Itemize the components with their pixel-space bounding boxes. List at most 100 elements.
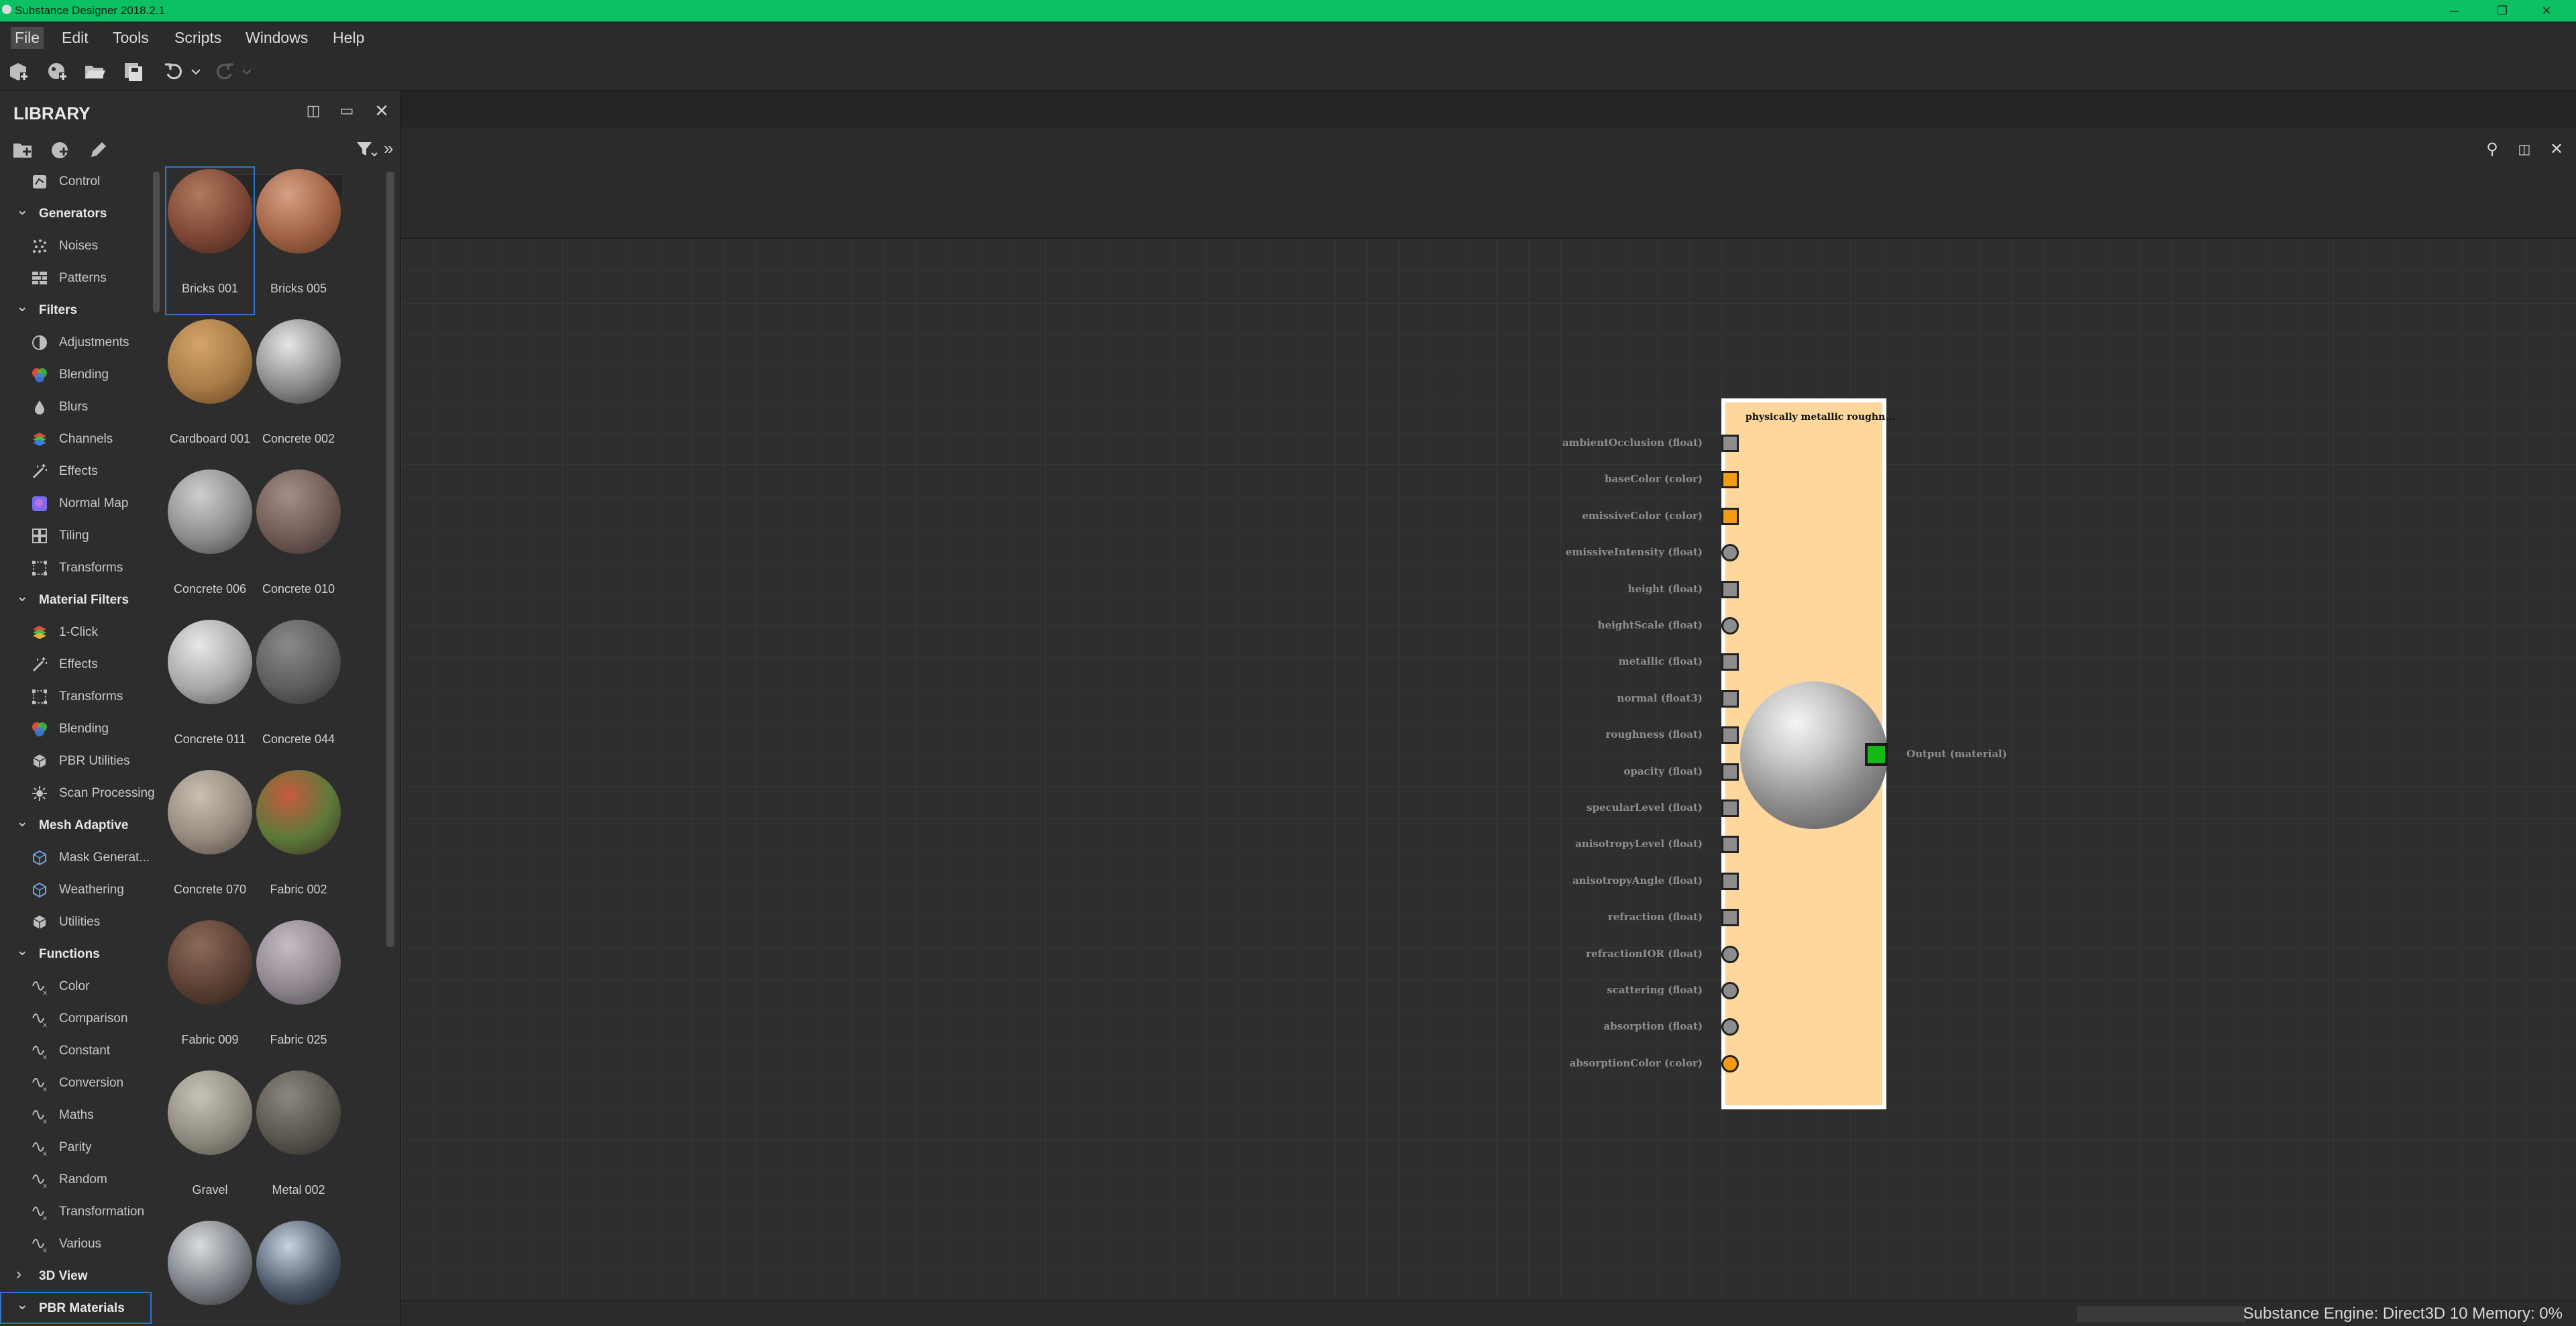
chevron-down-icon[interactable]: ⌄	[16, 588, 28, 605]
sidebar-item-channels[interactable]: Channels	[0, 423, 152, 455]
view-maximize-icon[interactable]: ◫	[2514, 140, 2534, 160]
output-port[interactable]	[1865, 743, 1888, 766]
material-thumbnail[interactable]: Concrete 010	[254, 467, 343, 616]
input-port[interactable]	[1721, 836, 1739, 854]
material-thumbnail[interactable]: Concrete 070	[165, 767, 255, 916]
material-thumbnail[interactable]: Fabric 025	[254, 918, 343, 1066]
input-port[interactable]	[1721, 653, 1739, 671]
sidebar-item-tiling[interactable]: Tiling	[0, 519, 152, 551]
new-folder-icon[interactable]	[12, 140, 34, 161]
sidebar-item-1-click[interactable]: 1-Click	[0, 616, 152, 648]
close-panel-icon[interactable]: ✕	[372, 101, 392, 121]
input-port[interactable]	[1721, 799, 1739, 817]
menu-scripts[interactable]: Scripts	[170, 27, 225, 49]
sidebar-item-normal-map[interactable]: Normal Map	[0, 487, 152, 519]
material-thumbnail[interactable]	[165, 1218, 255, 1325]
input-port[interactable]	[1721, 1054, 1739, 1072]
tree-category-mesh-adaptive[interactable]: ⌄ Mesh Adaptive	[0, 809, 152, 841]
menu-file[interactable]: File	[11, 27, 44, 49]
new-resource-icon[interactable]	[50, 140, 71, 161]
minimize-button[interactable]: –	[2439, 1, 2469, 20]
input-port[interactable]	[1721, 580, 1739, 598]
maximize-panel-icon[interactable]: ▭	[337, 101, 357, 121]
input-port[interactable]	[1721, 507, 1739, 525]
panel-layout-icon[interactable]: ◫	[303, 101, 323, 121]
tree-category-generators[interactable]: ⌄ Generators	[0, 197, 152, 229]
tree-category-functions[interactable]: ⌄ Functions	[0, 938, 152, 970]
sidebar-item-transformation[interactable]: x Transformation	[0, 1195, 152, 1227]
menu-windows[interactable]: Windows	[241, 27, 312, 49]
sidebar-item-comparison[interactable]: x Comparison	[0, 1002, 152, 1034]
sidebar-item-color[interactable]: x Color	[0, 970, 152, 1002]
menu-tools[interactable]: Tools	[109, 27, 153, 49]
sidebar-item-weathering[interactable]: Weathering	[0, 873, 152, 905]
input-port[interactable]	[1721, 544, 1739, 562]
menu-edit[interactable]: Edit	[58, 27, 93, 49]
save-all-icon[interactable]	[122, 60, 145, 83]
thumbnail-scrollbar[interactable]	[386, 172, 394, 947]
restore-button[interactable]: ❐	[2487, 1, 2517, 20]
redo-icon[interactable]	[213, 60, 236, 83]
graph-canvas[interactable]	[401, 239, 2576, 1300]
material-thumbnail[interactable]: Fabric 009	[165, 918, 255, 1066]
sidebar-item-blurs[interactable]: Blurs	[0, 390, 152, 423]
material-thumbnail[interactable]: Bricks 005	[254, 166, 343, 315]
sidebar-item-noises[interactable]: Noises	[0, 229, 152, 262]
tree-category-3d-view[interactable]: › 3D View	[0, 1260, 152, 1292]
new-graph-icon[interactable]	[46, 60, 68, 83]
sidebar-item-various[interactable]: x Various	[0, 1227, 152, 1260]
tree-category-pbr-materials[interactable]: ⌄ PBR Materials	[0, 1292, 152, 1324]
input-port[interactable]	[1721, 945, 1739, 963]
sidebar-item-blending[interactable]: Blending	[0, 712, 152, 744]
material-thumbnail[interactable]: Cardboard 001	[165, 317, 255, 465]
undo-dropdown-icon[interactable]	[191, 60, 201, 83]
sidebar-item-utilities[interactable]: Utilities	[0, 905, 152, 938]
sidebar-item-pbr-utilities[interactable]: PBR Utilities	[0, 744, 152, 777]
material-thumbnail[interactable]: Concrete 044	[254, 617, 343, 766]
material-thumbnail[interactable]: Concrete 006	[165, 467, 255, 616]
undo-icon[interactable]	[162, 60, 185, 83]
sidebar-item-patterns[interactable]: Patterns	[0, 262, 152, 294]
material-thumbnail[interactable]: Fabric 002	[254, 767, 343, 916]
chevron-right-icon[interactable]: ›	[16, 1265, 21, 1284]
sidebar-item-maths[interactable]: x Maths	[0, 1099, 152, 1131]
redo-dropdown-icon[interactable]	[241, 60, 252, 83]
input-port[interactable]	[1721, 763, 1739, 781]
sidebar-item-transforms[interactable]: Transforms	[0, 680, 152, 712]
sidebar-item-conversion[interactable]: x Conversion	[0, 1066, 152, 1099]
input-port[interactable]	[1721, 982, 1739, 999]
material-thumbnail[interactable]: Metal 002	[254, 1068, 343, 1217]
sidebar-item-blending[interactable]: Blending	[0, 358, 152, 390]
input-port[interactable]	[1721, 689, 1739, 708]
sidebar-item-mask-generat[interactable]: Mask Generat...	[0, 841, 152, 873]
open-folder-icon[interactable]	[83, 60, 106, 83]
input-port[interactable]	[1721, 617, 1739, 634]
expand-panel-icon[interactable]: »	[384, 138, 398, 161]
sidebar-item-effects[interactable]: Effects	[0, 648, 152, 680]
sidebar-item-transforms[interactable]: Transforms	[0, 551, 152, 584]
tree-scrollbar[interactable]	[153, 172, 160, 313]
chevron-down-icon[interactable]: ⌄	[16, 1296, 28, 1313]
chevron-down-icon[interactable]: ⌄	[16, 201, 28, 219]
close-button[interactable]: ✕	[2532, 1, 2561, 20]
input-port[interactable]	[1721, 435, 1739, 452]
filter-icon[interactable]	[354, 137, 378, 161]
tree-category-material-filters[interactable]: ⌄ Material Filters	[0, 584, 152, 616]
input-port[interactable]	[1721, 471, 1739, 489]
input-port[interactable]	[1721, 909, 1739, 927]
edit-pencil-icon[interactable]	[87, 140, 109, 161]
pin-icon[interactable]: ⚲	[2482, 140, 2502, 160]
material-thumbnail[interactable]: Concrete 011	[165, 617, 255, 766]
sidebar-item-adjustments[interactable]: Adjustments	[0, 326, 152, 358]
view-close-icon[interactable]: ✕	[2546, 140, 2567, 160]
chevron-down-icon[interactable]: ⌄	[16, 298, 28, 315]
material-thumbnail[interactable]	[254, 1218, 343, 1325]
sidebar-item-constant[interactable]: x Constant	[0, 1034, 152, 1066]
sidebar-item-control[interactable]: Control	[0, 165, 152, 197]
sidebar-item-random[interactable]: x Random	[0, 1163, 152, 1195]
chevron-down-icon[interactable]: ⌄	[16, 942, 28, 959]
input-port[interactable]	[1721, 726, 1739, 744]
material-node[interactable]: physically metallic roughn...	[1721, 398, 1895, 1109]
menu-help[interactable]: Help	[329, 27, 368, 49]
sidebar-item-parity[interactable]: x Parity	[0, 1131, 152, 1163]
